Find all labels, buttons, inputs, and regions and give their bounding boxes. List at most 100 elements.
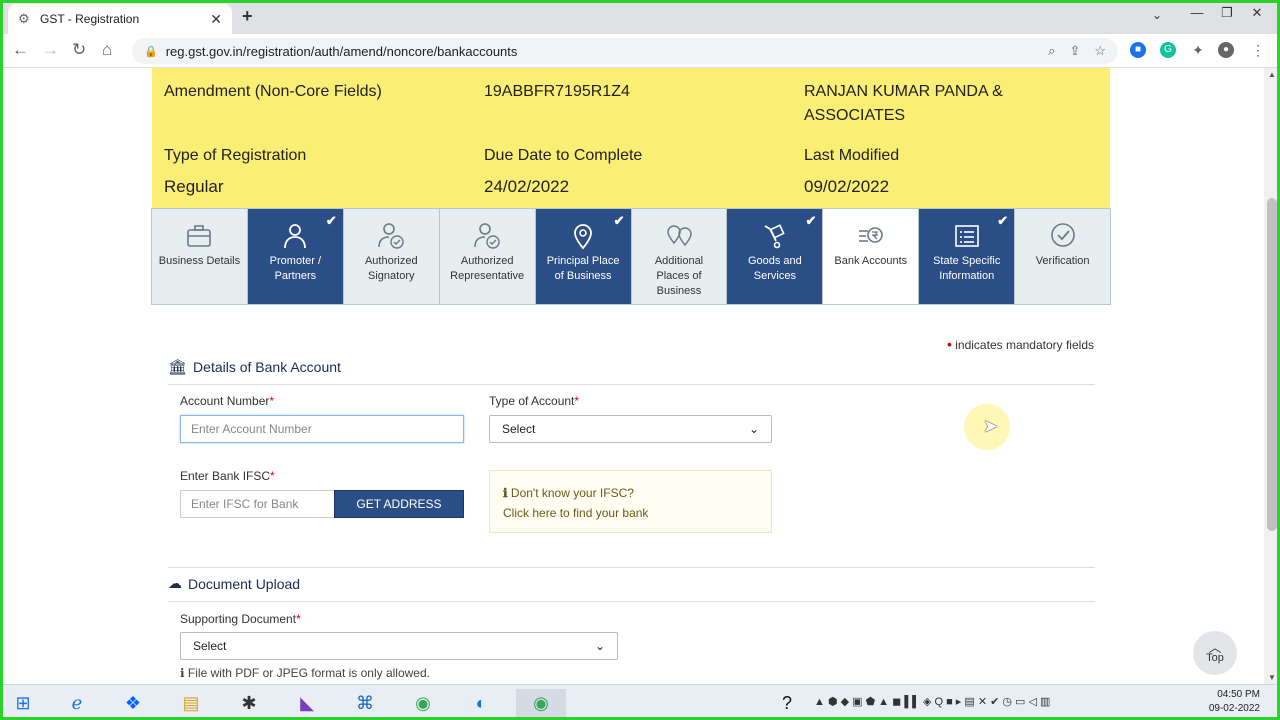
- ifsc-hint-box: ℹ Don't know your IFSC? Click here to fi…: [489, 470, 772, 533]
- supporting-doc-label-text: Supporting Document: [180, 612, 297, 626]
- help-icon[interactable]: ?: [770, 689, 804, 717]
- chevron-down-icon: ⌄: [594, 639, 605, 653]
- completed-check-icon: ✔: [613, 213, 625, 228]
- registration-steps-nav: Business Details Promoter / Partners ✔ Auth…: [151, 208, 1111, 305]
- step-authorized-representative[interactable]: Authorized Representative: [440, 209, 536, 304]
- internet-explorer-icon[interactable]: ℯ: [60, 689, 94, 717]
- map-pins-icon: [664, 221, 694, 251]
- bank-icon: 🏛: [168, 359, 188, 376]
- minimize-button[interactable]: —: [1182, 2, 1212, 24]
- file-explorer-icon[interactable]: ▤: [174, 689, 208, 717]
- ifsc-input[interactable]: Enter IFSC for Bank: [180, 490, 335, 518]
- step-promoter-partners[interactable]: Promoter / Partners ✔: [247, 209, 344, 304]
- step-business-details[interactable]: Business Details: [152, 209, 248, 304]
- dropbox-icon[interactable]: ❖: [116, 689, 150, 717]
- account-type-selected: Select: [502, 422, 536, 436]
- url-text[interactable]: reg.gst.gov.in/registration/auth/amend/n…: [166, 44, 1034, 59]
- due-date-label: Due Date to Complete: [484, 147, 643, 164]
- back-to-top-button[interactable]: ︿ Top: [1193, 631, 1237, 675]
- hint-title: Don't know your IFSC?: [510, 486, 634, 500]
- system-clock[interactable]: 04:50 PM 09-02-2022: [1209, 688, 1260, 716]
- tab-title: GST - Registration: [40, 12, 140, 26]
- scroll-down-icon[interactable]: ▼: [1268, 673, 1276, 682]
- extensions-puzzle-icon[interactable]: ✦: [1190, 42, 1206, 58]
- chrome-active-icon[interactable]: ◉: [516, 689, 566, 717]
- share-icon[interactable]: ⇪: [1069, 43, 1080, 59]
- step-authorized-signatory[interactable]: Authorized Signatory: [344, 209, 440, 304]
- restore-button[interactable]: ❐: [1212, 2, 1242, 24]
- mandatory-note-text: indicates mandatory fields: [955, 338, 1094, 352]
- find-bank-link[interactable]: here: [532, 506, 556, 520]
- network-app-icon[interactable]: ⌘: [348, 689, 382, 717]
- forward-icon[interactable]: →: [42, 40, 59, 60]
- info-icon: ℹ: [503, 486, 508, 500]
- bookmark-star-icon[interactable]: ☆: [1094, 43, 1106, 59]
- new-tab-button[interactable]: +: [242, 6, 253, 27]
- supporting-doc-label: Supporting Document*: [180, 612, 301, 626]
- address-bar[interactable]: 🔒 reg.gst.gov.in/registration/auth/amend…: [132, 38, 1118, 64]
- account-number-input[interactable]: Enter Account Number: [180, 415, 464, 443]
- edge-icon[interactable]: ◐: [464, 689, 498, 717]
- step-principal-place-of-business[interactable]: Principal Place of Business ✔: [535, 209, 632, 304]
- upload-section-heading: ☁ Document Upload: [168, 575, 300, 592]
- tab-search-icon[interactable]: ⌄: [1152, 8, 1162, 22]
- chevron-down-icon: ⌄: [748, 422, 759, 436]
- check-circle-icon: [1048, 221, 1078, 251]
- step-label: Authorized Signatory: [364, 255, 418, 282]
- menu-kebab-icon[interactable]: ⋮: [1250, 42, 1266, 58]
- briefcase-icon: [184, 221, 214, 251]
- due-date-value: 24/02/2022: [484, 177, 570, 196]
- step-bank-accounts[interactable]: Bank Accounts: [823, 209, 920, 304]
- completed-check-icon: ✔: [805, 213, 817, 228]
- mouse-cursor-highlight: ➤: [964, 404, 1010, 450]
- application-info-panel: Amendment (Non-Core Fields) 19ABBFR7195R…: [152, 68, 1110, 208]
- step-label: Business Details: [158, 255, 241, 267]
- account-type-select[interactable]: Select ⌄: [489, 415, 772, 443]
- supporting-doc-selected: Select: [193, 639, 227, 653]
- bank-section-title: Details of Bank Account: [193, 359, 341, 375]
- get-address-button[interactable]: GET ADDRESS: [334, 490, 464, 518]
- browser-tab[interactable]: ⚙ GST - Registration ✕: [8, 4, 232, 34]
- back-icon[interactable]: ←: [12, 40, 29, 60]
- cursor-arrow-icon: ➤: [983, 416, 999, 436]
- supporting-doc-select[interactable]: Select ⌄: [180, 632, 618, 660]
- scroll-up-icon[interactable]: ▲: [1268, 70, 1276, 79]
- page-content: Amendment (Non-Core Fields) 19ABBFR7195R…: [0, 68, 1264, 684]
- last-modified-value: 09/02/2022: [804, 177, 890, 196]
- tab-close-icon[interactable]: ✕: [210, 11, 222, 28]
- zoom-icon[interactable]: ⌕: [1048, 43, 1055, 59]
- last-modified-label: Last Modified: [804, 147, 900, 164]
- close-window-button[interactable]: ✕: [1242, 2, 1272, 24]
- window-controls: — ❐ ✕: [1182, 2, 1272, 24]
- step-additional-places-of-business[interactable]: Additional Places of Business: [632, 209, 728, 304]
- visual-studio-icon[interactable]: ◣: [290, 689, 324, 717]
- gstin-value: 19ABBFR7195R1Z4: [484, 83, 630, 100]
- browser-toolbar: ← → ↻ ⌂ 🔒 reg.gst.gov.in/registration/au…: [0, 34, 1280, 68]
- clock-date: 09-02-2022: [1208, 703, 1260, 714]
- amendment-type: Amendment (Non-Core Fields): [164, 83, 382, 100]
- reload-icon[interactable]: ↻: [72, 40, 86, 60]
- step-label: Bank Accounts: [834, 255, 908, 267]
- cart-icon: [760, 221, 790, 251]
- step-goods-and-services[interactable]: Goods and Services ✔: [727, 209, 824, 304]
- step-state-specific-information[interactable]: State Specific Information ✔: [919, 209, 1016, 304]
- profile-avatar[interactable]: ●: [1218, 42, 1234, 58]
- step-verification[interactable]: Verification: [1015, 209, 1110, 304]
- lock-icon[interactable]: 🔒: [144, 45, 158, 58]
- bank-rupee-icon: [856, 221, 886, 251]
- scroll-thumb[interactable]: [1267, 198, 1277, 531]
- completed-check-icon: ✔: [325, 213, 337, 228]
- page-scrollbar[interactable]: ▲ ▼: [1264, 68, 1280, 684]
- home-icon[interactable]: ⌂: [102, 40, 112, 60]
- app-icon[interactable]: ✱: [232, 689, 266, 717]
- mandatory-note: • indicates mandatory fields: [947, 336, 1094, 352]
- windows-start-icon[interactable]: ⊞: [6, 689, 40, 717]
- chrome-icon[interactable]: ◉: [406, 689, 440, 717]
- divider: [168, 601, 1095, 602]
- top-label: Top: [1206, 652, 1224, 664]
- extension-blue-icon[interactable]: ■: [1130, 42, 1146, 58]
- tab-strip: ⚙ GST - Registration ✕ + ⌄ — ❐ ✕: [0, 0, 1280, 34]
- grammarly-icon[interactable]: G: [1160, 42, 1176, 58]
- person-icon: [280, 221, 310, 251]
- tray-icons[interactable]: ▲ ⬢ ◆ ▣ ⬟ ▲ ◼ ▌▌ ◈ Q ■ ▸ ▤ ✕ ✔ ◷ ▭ ◁ ▥: [814, 695, 1050, 708]
